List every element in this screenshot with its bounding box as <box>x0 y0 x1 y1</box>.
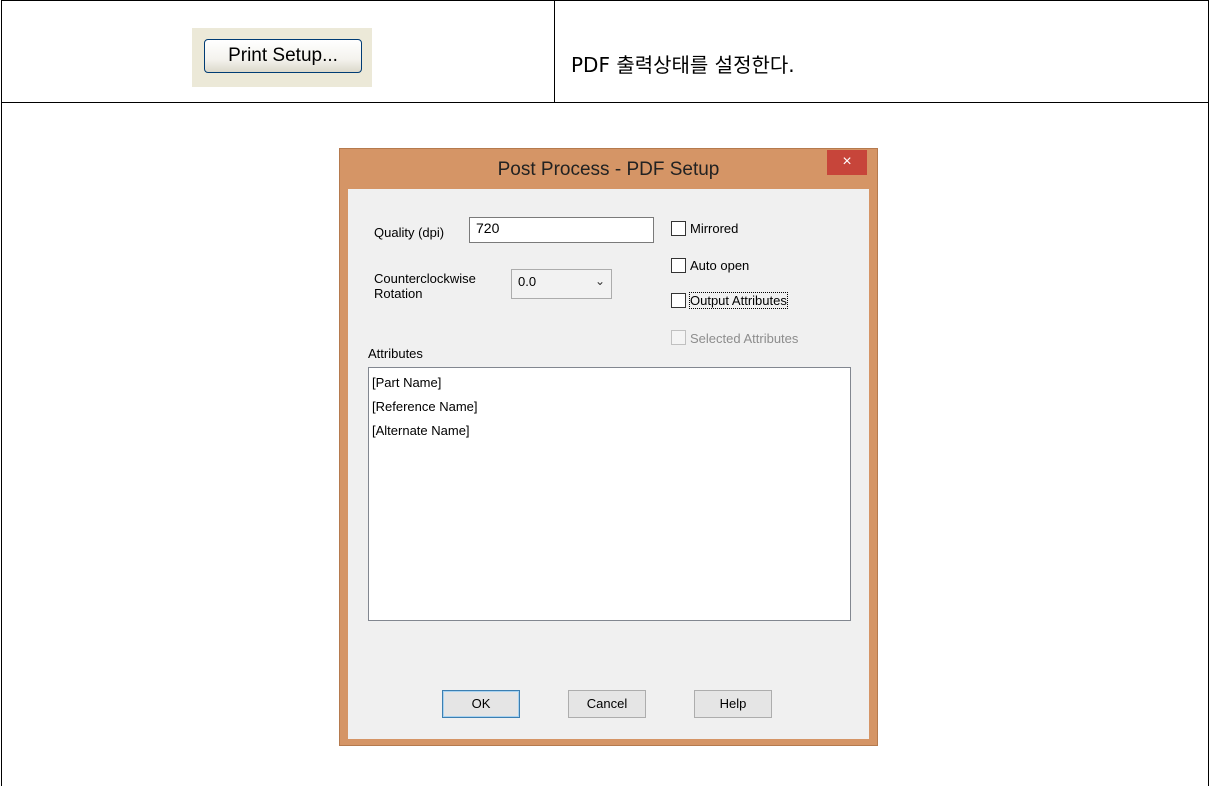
mirrored-checkbox[interactable] <box>671 221 686 236</box>
selected-attributes-checkbox[interactable] <box>671 330 686 345</box>
auto-open-label[interactable]: Auto open <box>690 258 749 273</box>
pdf-setup-dialog: Post Process - PDF Setup × Quality (dpi)… <box>339 148 878 746</box>
rotation-label-line1: Counterclockwise <box>374 271 476 286</box>
table-row-top: Print Setup... PDF 출력상태를 설정한다. <box>2 1 1208 103</box>
dialog-titlebar: Post Process - PDF Setup × <box>340 149 877 189</box>
dialog-client-area: Quality (dpi) 720 Counterclockwise Rotat… <box>348 189 869 739</box>
mirrored-label[interactable]: Mirrored <box>690 221 738 236</box>
cancel-button[interactable]: Cancel <box>568 690 646 718</box>
description-text: PDF 출력상태를 설정한다. <box>571 53 795 77</box>
output-attributes-checkbox[interactable] <box>671 293 686 308</box>
dialog-title: Post Process - PDF Setup <box>497 159 720 180</box>
quality-label: Quality (dpi) <box>374 225 445 240</box>
print-setup-sample: Print Setup... <box>192 28 372 87</box>
auto-open-checkbox[interactable] <box>671 258 686 273</box>
help-button[interactable]: Help <box>694 690 772 718</box>
attributes-listbox[interactable]: [Part Name] [Reference Name] [Alternate … <box>368 367 851 621</box>
list-item[interactable]: [Part Name] <box>372 371 847 395</box>
chevron-down-icon: ⌄ <box>594 274 605 288</box>
selected-attributes-label: Selected Attributes <box>690 331 799 346</box>
list-item[interactable]: [Reference Name] <box>372 395 847 419</box>
quality-input[interactable]: 720 <box>469 217 654 243</box>
print-setup-button[interactable]: Print Setup... <box>204 39 362 73</box>
rotation-value: 0.0 <box>518 274 537 289</box>
rotation-label-line2: Rotation <box>374 286 423 301</box>
close-button[interactable]: × <box>827 150 867 175</box>
close-icon: × <box>842 153 852 170</box>
attributes-label: Attributes <box>368 346 423 361</box>
cell-divider <box>554 1 555 103</box>
ok-button[interactable]: OK <box>442 690 520 718</box>
output-attributes-label[interactable]: Output Attributes <box>689 292 788 309</box>
list-item[interactable]: [Alternate Name] <box>372 419 847 443</box>
rotation-select[interactable]: 0.0 ⌄ <box>511 269 612 299</box>
